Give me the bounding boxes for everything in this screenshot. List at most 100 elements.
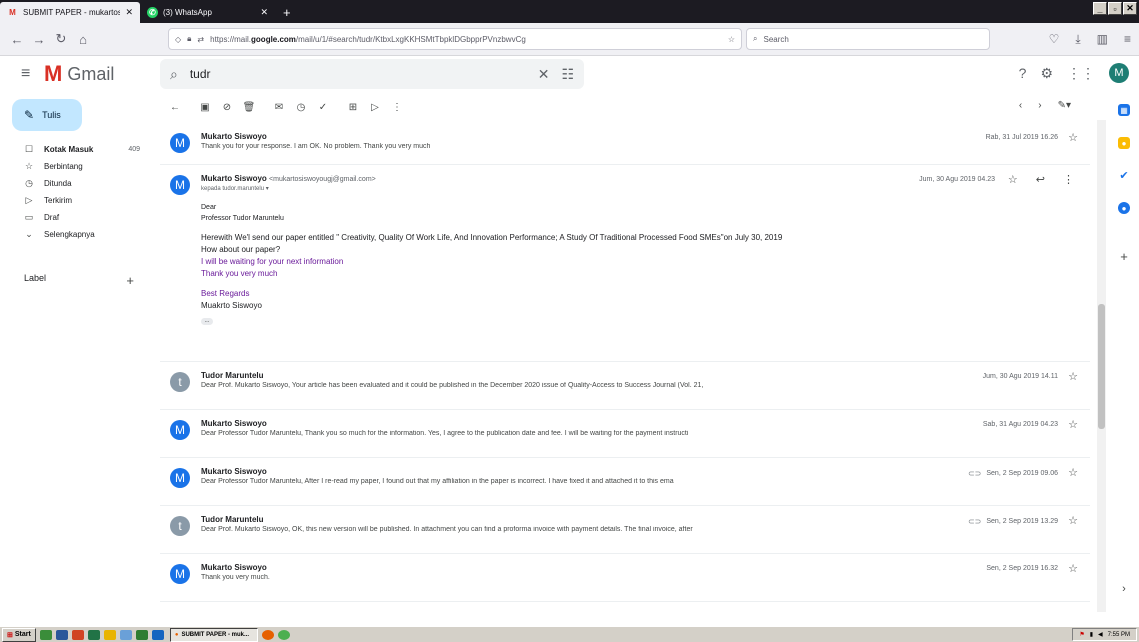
star-icon[interactable]: ☆	[1068, 131, 1078, 144]
report-spam-icon[interactable]: ⊘	[216, 102, 238, 113]
clear-search-icon[interactable]: ✕	[538, 66, 550, 83]
close-tab-icon[interactable]: ✕	[260, 7, 268, 18]
message-collapsed[interactable]: M Mukarto Siswoyo Dear Professor Tudor Mar…	[160, 410, 1090, 458]
show-trimmed-content-button[interactable]: ...	[201, 318, 213, 325]
browser-search-bar[interactable]: ⌕ Search	[746, 28, 990, 50]
search-icon[interactable]: ⌕	[170, 66, 178, 83]
restore-icon[interactable]: ▫	[1108, 2, 1122, 15]
reload-icon[interactable]: ↻	[50, 31, 72, 47]
add-addon-icon[interactable]: +	[1118, 249, 1130, 264]
message-collapsed[interactable]: M Mukarto Siswoyo Thank you for your res…	[160, 123, 1090, 165]
star-icon[interactable]: ☆	[1068, 466, 1078, 479]
quicklaunch-icon[interactable]	[151, 629, 164, 640]
message-collapsed[interactable]: t Tudor Maruntelu Dear Prof. Mukarto Siswo…	[160, 506, 1090, 554]
permissions-icon[interactable]: ⇄	[197, 35, 204, 44]
settings-gear-icon[interactable]: ⚙	[1040, 65, 1053, 82]
message-collapsed[interactable]: M Mukarto Siswoyo Thank you very much. Sen,…	[160, 554, 1090, 602]
chrome-quick-icon[interactable]	[277, 629, 290, 640]
recipient-line[interactable]: kepada tudor.maruntelu ▾	[201, 185, 269, 192]
sidebar-item-selengkapnya[interactable]: ⌄ Selengkapnya	[0, 226, 158, 243]
new-tab-icon[interactable]: +	[275, 2, 299, 23]
volume-icon[interactable]: ◀	[1098, 631, 1103, 638]
keep-icon[interactable]: ●	[1118, 137, 1130, 149]
tray-icon[interactable]: ⚑	[1079, 631, 1084, 638]
quicklaunch-icon[interactable]	[39, 629, 52, 640]
firefox-quick-icon[interactable]	[261, 629, 274, 640]
calendar-icon[interactable]: ▦	[1118, 104, 1130, 116]
message-snippet: Dear Professor Tudor Maruntelu, Thank yo…	[201, 430, 689, 437]
add-task-icon[interactable]: ✓	[312, 102, 334, 113]
sidebar-item-draf[interactable]: ▭ Draf	[0, 209, 158, 226]
bookmark-star-icon[interactable]: ☆	[728, 35, 735, 44]
gmail-logo[interactable]: M Gmail	[44, 63, 114, 85]
star-icon[interactable]: ☆	[1068, 418, 1078, 431]
search-options-icon[interactable]: ☷	[561, 66, 574, 83]
browser-tab-gmail[interactable]: M SUBMIT PAPER - mukartosiswoyou ✕	[0, 2, 140, 23]
account-avatar[interactable]: M	[1109, 63, 1129, 83]
quicklaunch-icon[interactable]	[119, 629, 132, 640]
home-icon[interactable]: ⌂	[72, 32, 94, 47]
lock-icon[interactable]: 🔒︎	[187, 34, 191, 44]
contacts-icon[interactable]: ●	[1118, 202, 1130, 214]
star-icon[interactable]: ☆	[1068, 514, 1078, 527]
back-to-list-icon[interactable]: ←	[164, 102, 186, 113]
network-icon[interactable]: ▮	[1090, 631, 1093, 638]
browser-tab-whatsapp[interactable]: ✆ (3) WhatsApp ✕	[140, 2, 275, 23]
attachment-icon: ⊂⊃	[967, 469, 982, 478]
expand-panel-icon[interactable]: ›	[1118, 583, 1130, 595]
sidebar-item-ditunda[interactable]: ◷ Ditunda	[0, 175, 158, 192]
menu-icon[interactable]: ≡	[1124, 32, 1131, 47]
back-arrow-icon[interactable]: ←	[6, 32, 28, 47]
url-bar[interactable]: ◇ 🔒︎ ⇄ https://mail.google.com/mail/u/1/…	[168, 28, 742, 50]
shield-icon[interactable]: ◇	[175, 35, 181, 44]
reply-icon[interactable]: ↩	[1036, 173, 1045, 186]
delete-icon[interactable]: 🗑︎	[238, 102, 260, 113]
tasks-icon[interactable]: ✔	[1118, 169, 1130, 182]
mark-unread-icon[interactable]: ✉	[268, 102, 290, 113]
move-to-icon[interactable]: ⊞	[342, 102, 364, 113]
more-vert-icon[interactable]: ⋮	[1063, 173, 1074, 186]
star-icon[interactable]: ☆	[1008, 173, 1018, 186]
pocket-icon[interactable]: ♡	[1049, 32, 1060, 47]
quicklaunch-icon[interactable]	[87, 629, 100, 640]
star-icon[interactable]: ☆	[1068, 562, 1078, 575]
message-collapsed[interactable]: M Mukarto Siswoyo Dear Professor Tudor Mar…	[160, 458, 1090, 506]
close-window-icon[interactable]: ✕	[1123, 2, 1137, 15]
collapsed-messages: t Tudor Maruntelu Dear Prof. Mukarto Siswo…	[160, 362, 1101, 602]
help-icon[interactable]: ?	[1019, 65, 1027, 81]
sidebar-item-terkirim[interactable]: ▷ Terkirim	[0, 192, 158, 209]
quicklaunch-icon[interactable]	[103, 629, 116, 640]
scrollbar-thumb[interactable]	[1098, 304, 1105, 429]
input-tools-icon[interactable]: ✎▾	[1058, 100, 1071, 111]
sidebar-item-berbintang[interactable]: ☆ Berbintang	[0, 158, 158, 175]
prev-thread-icon[interactable]: ‹	[1019, 100, 1022, 111]
snooze-icon[interactable]: ◷	[290, 102, 312, 113]
mail-search-box[interactable]: ⌕ tudr ✕ ☷	[160, 59, 584, 89]
sender-avatar: M	[170, 468, 190, 488]
quicklaunch-icon[interactable]	[71, 629, 84, 640]
search-input[interactable]: tudr	[190, 67, 526, 81]
taskbar-item-firefox[interactable]: ● SUBMIT PAPER - muk...	[169, 627, 258, 642]
quicklaunch-icon[interactable]	[55, 629, 68, 640]
close-tab-icon[interactable]: ✕	[125, 7, 133, 18]
minimize-icon[interactable]: _	[1093, 2, 1107, 15]
compose-button[interactable]: ✎ Tulis	[12, 99, 82, 131]
start-button[interactable]: ⊞ Start	[2, 627, 36, 642]
download-icon[interactable]: ⤓	[1075, 32, 1080, 47]
regards-line: Best Regards	[201, 289, 250, 298]
forward-arrow-icon[interactable]: →	[28, 32, 50, 47]
more-vert-icon[interactable]: ⋮	[386, 102, 408, 113]
add-label-icon[interactable]: +	[126, 273, 134, 288]
next-thread-icon[interactable]: ›	[1038, 100, 1041, 111]
main-menu-icon[interactable]: ≡	[21, 65, 30, 83]
label-icon[interactable]: ▷	[364, 102, 386, 113]
gmail-favicon-icon: M	[9, 8, 16, 17]
library-icon[interactable]: ▥	[1097, 32, 1108, 47]
sidebar-item-kotak-masuk[interactable]: ☐ Kotak Masuk 409	[0, 141, 158, 158]
message-collapsed[interactable]: t Tudor Maruntelu Dear Prof. Mukarto Siswo…	[160, 362, 1090, 410]
archive-icon[interactable]: ▣	[194, 102, 216, 113]
quicklaunch-icon[interactable]	[135, 629, 148, 640]
clock: 7:55 PM	[1107, 631, 1130, 638]
star-icon[interactable]: ☆	[1068, 370, 1078, 383]
apps-grid-icon[interactable]: ⋮⋮	[1067, 65, 1095, 82]
